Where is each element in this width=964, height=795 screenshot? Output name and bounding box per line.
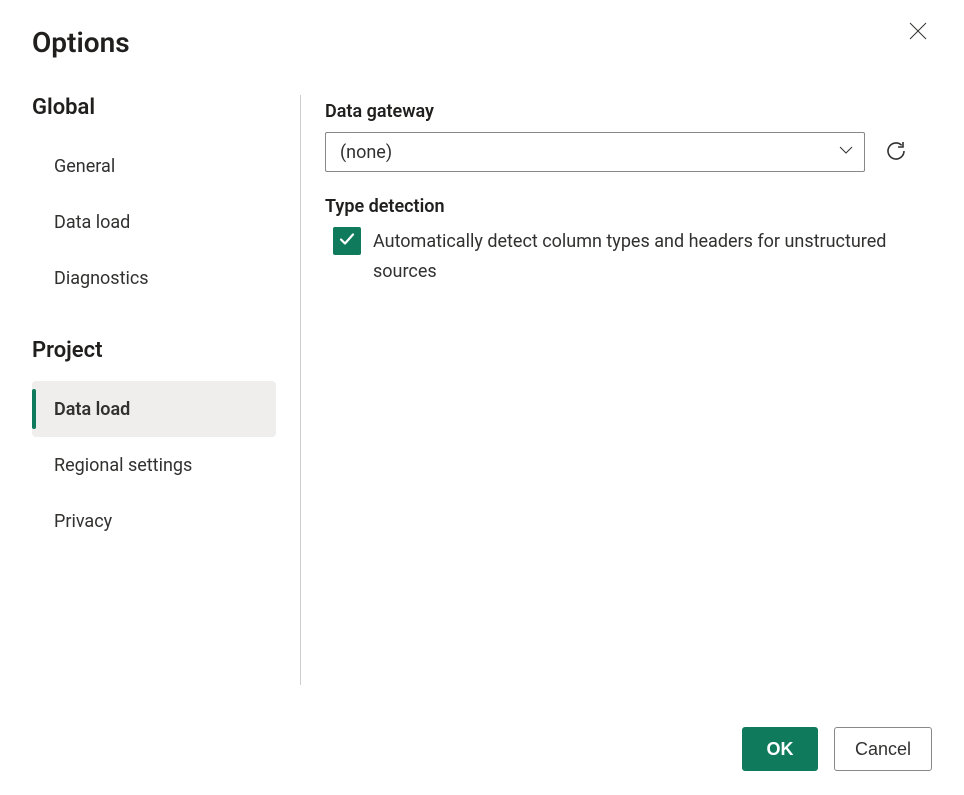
- cancel-button[interactable]: Cancel: [834, 727, 932, 771]
- sidebar-item-label: Privacy: [54, 511, 112, 532]
- sidebar-item-label: Regional settings: [54, 455, 192, 476]
- type-detection-checkbox[interactable]: [333, 227, 361, 255]
- sidebar-item-general[interactable]: General: [32, 138, 276, 194]
- sidebar-group-heading-global: Global: [32, 95, 276, 120]
- sidebar-item-privacy[interactable]: Privacy: [32, 493, 276, 549]
- checkmark-icon: [338, 230, 356, 252]
- sidebar-item-project-data-load[interactable]: Data load: [32, 381, 276, 437]
- type-detection-row: Automatically detect column types and he…: [325, 227, 932, 286]
- dialog-title: Options: [32, 26, 932, 59]
- dropdown-selected-text: (none): [340, 142, 392, 163]
- data-gateway-dropdown[interactable]: (none): [325, 132, 865, 172]
- close-button[interactable]: [904, 18, 932, 46]
- data-gateway-row: (none): [325, 132, 932, 172]
- options-dialog: Options Global General Data load Diagnos…: [0, 0, 964, 795]
- refresh-icon: [884, 139, 908, 166]
- type-detection-checkbox-label[interactable]: Automatically detect column types and he…: [373, 227, 932, 286]
- dialog-body: Global General Data load Diagnostics Pro…: [32, 95, 932, 685]
- sidebar-item-global-data-load[interactable]: Data load: [32, 194, 276, 250]
- type-detection-label: Type detection: [325, 196, 932, 217]
- sidebar: Global General Data load Diagnostics Pro…: [32, 95, 300, 685]
- chevron-down-icon: [838, 142, 854, 163]
- sidebar-item-label: Data load: [54, 399, 130, 420]
- sidebar-item-diagnostics[interactable]: Diagnostics: [32, 250, 276, 306]
- close-icon: [909, 22, 927, 43]
- refresh-gateway-button[interactable]: [879, 135, 913, 169]
- data-gateway-label: Data gateway: [325, 101, 932, 122]
- ok-button[interactable]: OK: [742, 727, 818, 771]
- sidebar-group-heading-project: Project: [32, 338, 276, 363]
- content-pane: Data gateway (none): [301, 95, 932, 685]
- sidebar-item-regional-settings[interactable]: Regional settings: [32, 437, 276, 493]
- sidebar-item-label: General: [54, 156, 115, 177]
- sidebar-item-label: Data load: [54, 212, 130, 233]
- dialog-footer: OK Cancel: [742, 727, 932, 771]
- sidebar-item-label: Diagnostics: [54, 268, 149, 289]
